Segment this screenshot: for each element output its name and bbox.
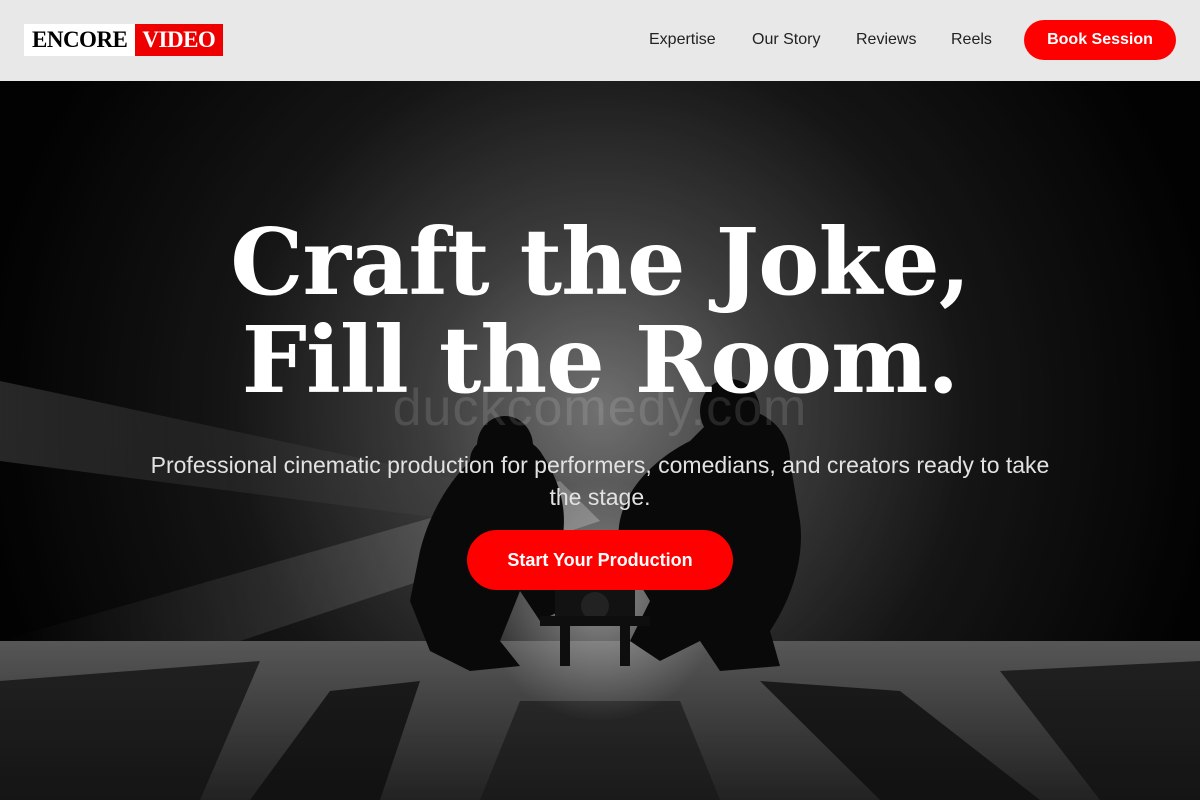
hero-section: duckcomedy.com Craft the Joke, Fill the … — [0, 81, 1200, 800]
nav-link-reviews[interactable]: Reviews — [856, 30, 916, 50]
top-navbar: ENCORE VIDEO Expertise Our Story Reviews… — [0, 0, 1200, 81]
nav-links: Expertise Our Story Reviews Reels — [0, 0, 1200, 81]
hero-content: Craft the Joke, Fill the Room. Professio… — [0, 81, 1200, 800]
nav-link-expertise[interactable]: Expertise — [649, 30, 716, 50]
hero-headline-line-1: Craft the Joke, — [230, 208, 971, 316]
book-session-button[interactable]: Book Session — [1024, 20, 1176, 60]
hero-headline-line-2: Fill the Room. — [241, 306, 960, 414]
nav-link-our-story[interactable]: Our Story — [752, 30, 820, 50]
nav-link-reels[interactable]: Reels — [951, 30, 992, 50]
start-production-button[interactable]: Start Your Production — [467, 530, 733, 590]
hero-subtitle: Professional cinematic production for pe… — [150, 452, 1050, 510]
